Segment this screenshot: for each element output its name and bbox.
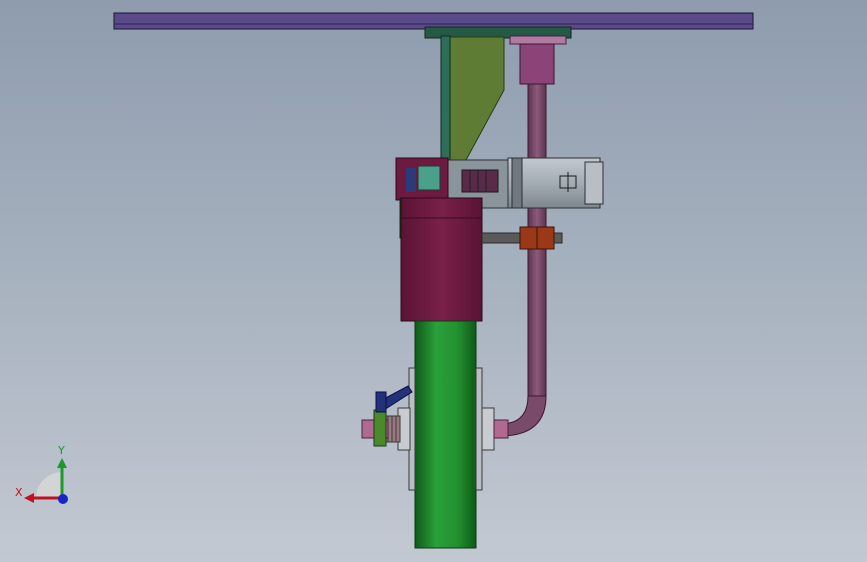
gusset-plate [447, 36, 505, 161]
x-axis-label: X [15, 486, 23, 499]
wheel [408, 320, 483, 549]
wheel-hub-right [481, 407, 509, 451]
gear-housing [400, 197, 483, 322]
x-arrowhead [24, 493, 34, 503]
y-axis-label: Y [57, 444, 65, 457]
side-shaft [481, 226, 563, 250]
triad-plane [36, 472, 62, 498]
y-arrowhead [57, 458, 67, 468]
z-axis-dot [58, 494, 68, 504]
cad-viewport[interactable]: Y X [0, 0, 867, 562]
top-beam [113, 12, 754, 39]
pipe-coupling [509, 35, 567, 85]
vertical-pipe [492, 83, 547, 437]
coordinate-triad[interactable]: Y X [15, 444, 68, 504]
assembly-drawing[interactable]: Y X [0, 0, 867, 562]
wheel-hub-left [361, 407, 411, 451]
